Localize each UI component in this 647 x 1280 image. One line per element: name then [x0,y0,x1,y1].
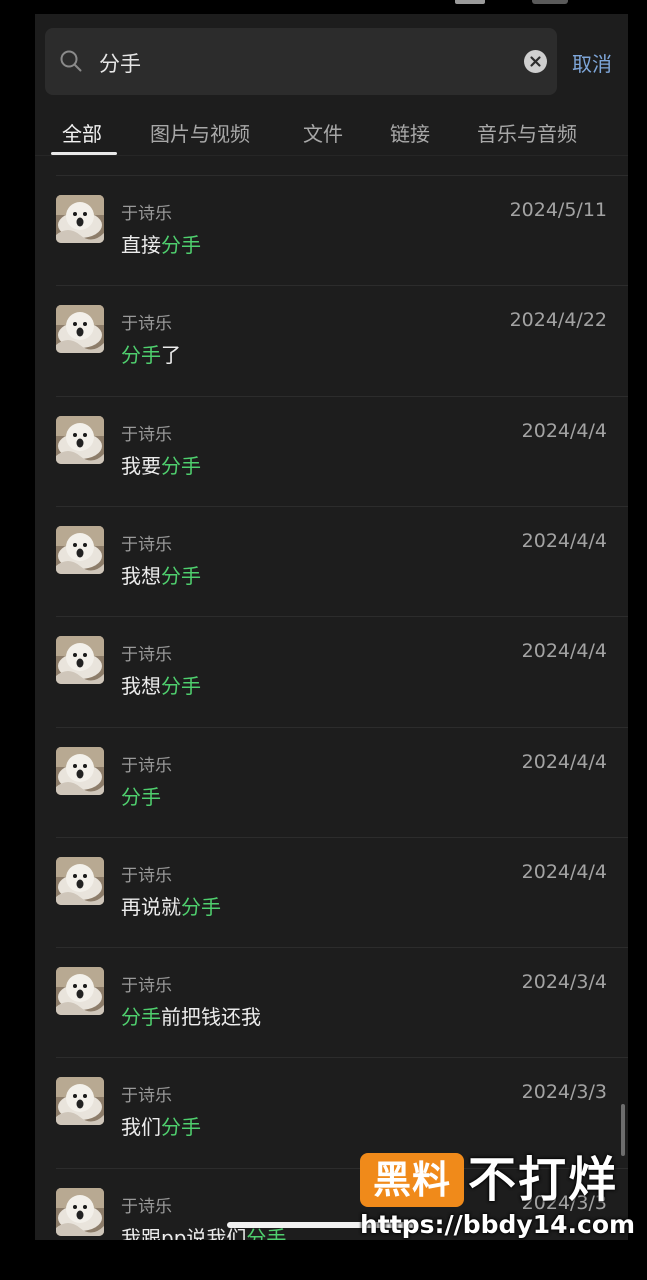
keyword-highlight: 分手 [121,784,161,809]
avatar[interactable] [56,1077,104,1126]
result-row[interactable]: 于诗乐 2024/4/4 再说就分手 [35,836,628,947]
row-divider [56,505,628,507]
keyword-highlight: 分手 [161,453,201,478]
message-text: 分手 [121,781,161,810]
watermark-badge: 黑料 [360,1153,464,1207]
message-text-before: 我跟pp说我们 [121,1225,247,1240]
search-icon [60,50,82,72]
result-row[interactable]: 于诗乐 2024/5/11 直接分手 [35,175,628,285]
avatar[interactable] [56,1187,104,1236]
row-divider [56,1057,628,1059]
sender-name: 于诗乐 [121,534,172,555]
message-text: 直接分手 [121,229,201,258]
result-row[interactable]: 于诗乐 2024/4/4 我想分手 [35,505,628,616]
keyword-highlight: 分手 [181,894,221,919]
watermark-logo: 黑料 不打烊 https://bbdy14.com [360,1150,635,1245]
tab-all[interactable]: 全部 [62,118,102,147]
watermark-text: 不打烊 [468,1152,619,1208]
message-text-after: 了 [161,343,181,368]
keyword-highlight: 分手 [161,674,201,699]
clear-icon[interactable] [524,50,547,73]
row-divider [56,395,628,397]
message-date: 2024/4/4 [521,640,607,663]
message-text: 我想分手 [121,560,201,589]
message-date: 2024/4/4 [521,750,607,773]
sender-name: 于诗乐 [121,314,172,335]
message-date: 2024/5/11 [509,199,607,221]
message-text-after: 前把钱还我 [161,1005,261,1030]
message-text-before: 直接 [121,233,161,257]
row-divider [56,285,628,287]
status-bar [35,0,628,14]
tab-music-audio[interactable]: 音乐与音频 [477,118,577,147]
result-row[interactable]: 于诗乐 2024/4/4 我想分手 [35,616,628,726]
avatar[interactable] [56,967,104,1016]
sender-name: 于诗乐 [121,1196,172,1217]
avatar[interactable] [56,525,104,574]
signal-icon [455,0,485,4]
tab-links[interactable]: 链接 [390,118,430,147]
message-text-before: 我要 [121,453,161,478]
watermark-url: https://bbdy14.com [360,1210,636,1239]
sender-name: 于诗乐 [121,204,172,224]
message-text-before: 我想 [121,674,161,699]
result-row[interactable]: 于诗乐 2024/4/22 分手了 [35,285,628,395]
avatar[interactable] [56,746,104,795]
row-divider [56,175,628,176]
keyword-highlight: 分手 [161,563,201,588]
avatar[interactable] [56,195,104,243]
search-box[interactable] [45,28,557,95]
keyword-highlight: 分手 [121,343,161,368]
sender-name: 于诗乐 [121,755,172,776]
scrollbar[interactable] [621,1104,625,1156]
row-divider [56,726,628,728]
battery-icon [532,0,568,4]
message-date: 2024/4/4 [521,529,607,552]
message-date: 2024/4/22 [509,309,607,332]
tab-images-videos[interactable]: 图片与视频 [150,118,250,147]
message-text: 分手了 [121,339,181,368]
message-text-before: 我们 [121,1115,161,1140]
search-input[interactable] [97,42,521,84]
keyword-highlight: 分手 [161,233,201,257]
result-row[interactable]: 于诗乐 2024/4/4 我要分手 [35,395,628,506]
filter-tabs: 全部 图片与视频 文件 链接 音乐与音频 [35,104,628,156]
cancel-button[interactable]: 取消 [572,48,612,77]
message-date: 2024/4/4 [521,419,607,442]
sender-name: 于诗乐 [121,976,172,997]
row-divider [56,616,628,618]
message-text: 我们分手 [121,1111,201,1140]
avatar[interactable] [56,636,104,685]
message-text: 我想分手 [121,670,201,699]
tab-files[interactable]: 文件 [303,118,343,147]
message-text: 再说就分手 [121,891,221,920]
message-text: 我要分手 [121,450,201,479]
sender-name: 于诗乐 [121,424,172,445]
tabs-divider [35,155,628,156]
message-date: 2024/3/4 [521,971,607,994]
avatar[interactable] [56,856,104,905]
keyword-highlight: 分手 [161,1115,201,1140]
keyword-highlight: 分手 [121,1005,161,1030]
message-text: 分手前把钱还我 [121,1001,261,1030]
message-text-before: 再说就 [121,894,181,919]
sender-name: 于诗乐 [121,1086,172,1107]
phone-screen: 取消 全部 图片与视频 文件 链接 音乐与音频 于诗乐2024/5/11直接分手… [35,0,628,1240]
message-text-before: 我想 [121,563,161,588]
sender-name: 于诗乐 [121,645,172,666]
avatar[interactable] [56,415,104,464]
avatar[interactable] [56,305,104,354]
result-row[interactable]: 于诗乐 2024/4/4 分手 [35,726,628,837]
message-date: 2024/4/4 [521,860,607,883]
result-row[interactable]: 于诗乐 2024/3/4 分手前把钱还我 [35,947,628,1057]
message-date: 2024/3/3 [521,1081,607,1104]
sender-name: 于诗乐 [121,865,172,886]
row-divider [56,836,628,838]
row-divider [56,947,628,949]
